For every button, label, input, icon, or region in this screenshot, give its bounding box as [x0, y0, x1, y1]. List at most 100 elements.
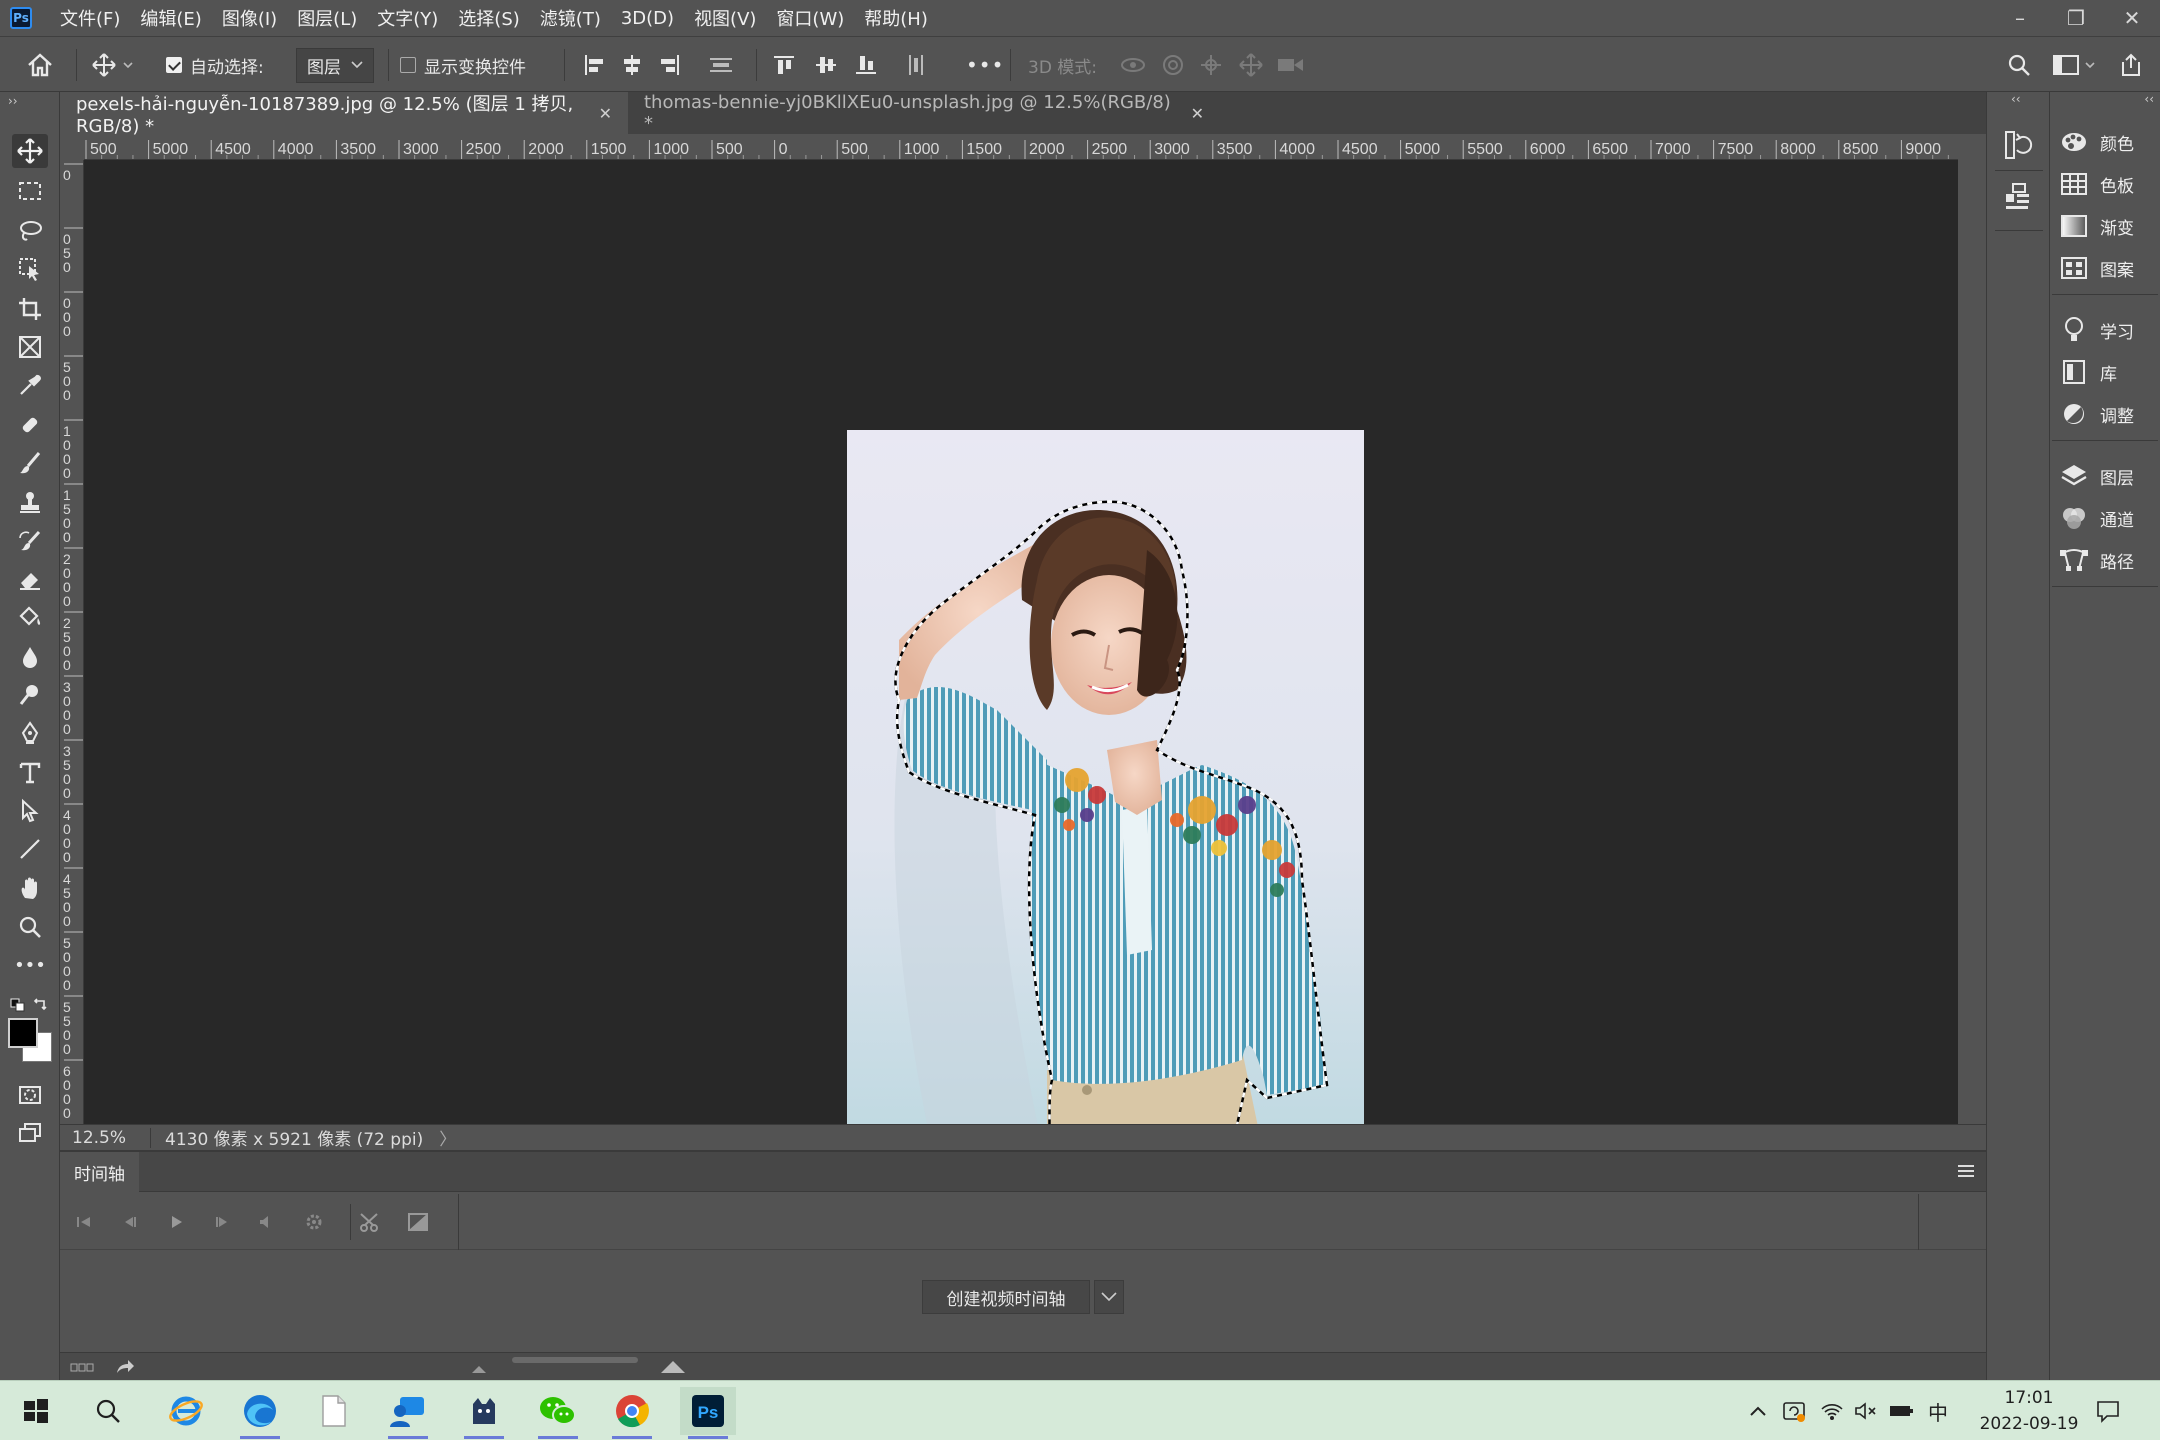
frame-tool-icon[interactable] — [12, 330, 48, 364]
menu-filter[interactable]: 滤镜(T) — [530, 0, 611, 36]
horizontal-ruler[interactable]: 500 5000 4500 4000 3500 3000 2500 2000 1500 1000 5… — [84, 136, 1958, 160]
align-right-icon[interactable] — [658, 37, 682, 93]
path-select-tool-icon[interactable] — [12, 794, 48, 828]
object-select-tool-icon[interactable] — [12, 252, 48, 286]
search-icon[interactable] — [2006, 37, 2032, 93]
edge-icon[interactable] — [232, 1387, 288, 1439]
notifications-icon[interactable] — [2094, 1397, 2122, 1425]
screen-mode-icon[interactable] — [12, 1116, 48, 1150]
foreground-color-swatch[interactable] — [8, 1018, 38, 1048]
menu-type[interactable]: 文字(Y) — [367, 0, 448, 36]
menu-select[interactable]: 选择(S) — [448, 0, 529, 36]
document-image[interactable] — [847, 430, 1364, 1170]
audio-icon[interactable] — [252, 1208, 280, 1236]
3d-slide-icon[interactable] — [1238, 37, 1264, 93]
battery-icon[interactable] — [1888, 1397, 1916, 1425]
panel-channels[interactable]: 通道 — [2058, 500, 2158, 536]
timeline-tab[interactable]: 时间轴 — [60, 1152, 139, 1192]
transition-icon[interactable] — [404, 1208, 432, 1236]
brush-tool-icon[interactable] — [12, 446, 48, 480]
cat-app-icon[interactable] — [456, 1387, 512, 1439]
menu-file[interactable]: 文件(F) — [50, 0, 130, 36]
create-video-timeline-button[interactable]: 创建视频时间轴 — [922, 1280, 1090, 1314]
close-button[interactable]: ✕ — [2104, 0, 2160, 36]
zoom-tool-icon[interactable] — [12, 910, 48, 944]
wechat-icon[interactable] — [530, 1387, 586, 1439]
close-tab-icon[interactable]: ✕ — [1191, 104, 1204, 123]
type-tool-icon[interactable] — [12, 756, 48, 790]
minimize-button[interactable]: – — [1992, 0, 2048, 36]
ie-icon[interactable] — [158, 1387, 214, 1435]
eraser-tool-icon[interactable] — [12, 562, 48, 596]
tab-document-2[interactable]: thomas-bennie-yj0BKllXEu0-unsplash.jpg @… — [628, 92, 1220, 134]
dodge-tool-icon[interactable] — [12, 678, 48, 712]
line-tool-icon[interactable] — [12, 832, 48, 866]
render-video-icon[interactable] — [114, 1357, 136, 1377]
history-brush-tool-icon[interactable] — [12, 524, 48, 558]
healing-brush-tool-icon[interactable] — [12, 408, 48, 442]
align-vcenter-icon[interactable] — [814, 37, 838, 93]
frame-view-icon[interactable] — [70, 1359, 96, 1377]
chrome-icon[interactable] — [604, 1387, 660, 1439]
create-timeline-dropdown[interactable] — [1094, 1280, 1124, 1314]
close-tab-icon[interactable]: ✕ — [599, 104, 612, 123]
properties-panel-icon[interactable] — [2003, 182, 2033, 216]
panel-learn[interactable]: 学习 — [2058, 312, 2158, 348]
swap-colors-icon[interactable] — [32, 996, 48, 1012]
blur-tool-icon[interactable] — [12, 640, 48, 674]
first-frame-icon[interactable] — [70, 1208, 98, 1236]
menu-layer[interactable]: 图层(L) — [287, 0, 367, 36]
auto-select-target-dropdown[interactable]: 图层 — [296, 47, 374, 83]
tab-document-1[interactable]: pexels-hải-nguyễn-10187389.jpg @ 12.5% (… — [60, 92, 628, 137]
edit-toolbar-icon[interactable]: ••• — [12, 948, 48, 982]
file-icon[interactable] — [306, 1387, 362, 1435]
panel-patterns[interactable]: 图案 — [2058, 250, 2158, 286]
canvas-area[interactable] — [84, 160, 1958, 1170]
settings-gear-icon[interactable] — [300, 1208, 328, 1236]
collapse-dock-icon[interactable]: ‹‹ — [2144, 92, 2154, 106]
update-tray-icon[interactable] — [1780, 1397, 1808, 1425]
wifi-icon[interactable] — [1818, 1397, 1846, 1425]
quick-mask-icon[interactable] — [12, 1078, 48, 1112]
clock[interactable]: 17:01 2022-09-19 — [1974, 1385, 2084, 1437]
ime-indicator[interactable]: 中 — [1924, 1397, 1952, 1425]
timeline-zoom-slider[interactable] — [512, 1357, 638, 1363]
move-tool-icon[interactable] — [12, 134, 48, 168]
3d-camera-icon[interactable] — [1276, 37, 1306, 93]
crop-tool-icon[interactable] — [12, 292, 48, 326]
teams-chat-icon[interactable] — [380, 1387, 436, 1439]
show-hidden-icons-icon[interactable] — [1744, 1397, 1772, 1425]
history-panel-icon[interactable] — [2003, 128, 2033, 162]
distribute-horizontal-icon[interactable] — [904, 37, 928, 93]
distribute-vertical-icon[interactable] — [708, 37, 734, 93]
stamp-tool-icon[interactable] — [12, 486, 48, 520]
menu-window[interactable]: 窗口(W) — [766, 0, 854, 36]
hand-tool-icon[interactable] — [12, 872, 48, 906]
split-scissors-icon[interactable] — [356, 1208, 384, 1236]
default-colors-icon[interactable] — [10, 998, 26, 1012]
photoshop-icon[interactable]: Ps — [680, 1387, 736, 1439]
3d-orbit-icon[interactable] — [1118, 37, 1148, 93]
share-icon[interactable] — [2118, 37, 2144, 93]
panel-paths[interactable]: 路径 — [2058, 542, 2158, 578]
menu-help[interactable]: 帮助(H) — [854, 0, 938, 36]
3d-roll-icon[interactable] — [1160, 37, 1186, 93]
more-options-button[interactable]: ••• — [966, 37, 1004, 93]
align-bottom-icon[interactable] — [854, 37, 878, 93]
panel-menu-icon[interactable] — [1958, 1164, 1976, 1178]
align-left-icon[interactable] — [582, 37, 606, 93]
panel-color[interactable]: 颜色 — [2058, 124, 2158, 160]
home-icon[interactable] — [26, 37, 54, 93]
collapse-toolbar-icon[interactable]: ›› — [8, 94, 18, 108]
vertical-ruler[interactable]: 0050000500100015002000250030003500400045… — [60, 160, 84, 1124]
menu-view[interactable]: 视图(V) — [684, 0, 766, 36]
align-hcenter-icon[interactable] — [620, 37, 644, 93]
auto-select-checkbox[interactable] — [166, 57, 182, 73]
panel-swatches[interactable]: 色板 — [2058, 166, 2158, 202]
panel-layers[interactable]: 图层 — [2058, 458, 2158, 494]
marquee-tool-icon[interactable] — [12, 174, 48, 208]
3d-pan-icon[interactable] — [1198, 37, 1224, 93]
menu-edit[interactable]: 编辑(E) — [130, 0, 211, 36]
show-transform-checkbox[interactable] — [400, 57, 416, 73]
zoom-in-mountain-icon[interactable] — [660, 1359, 686, 1375]
